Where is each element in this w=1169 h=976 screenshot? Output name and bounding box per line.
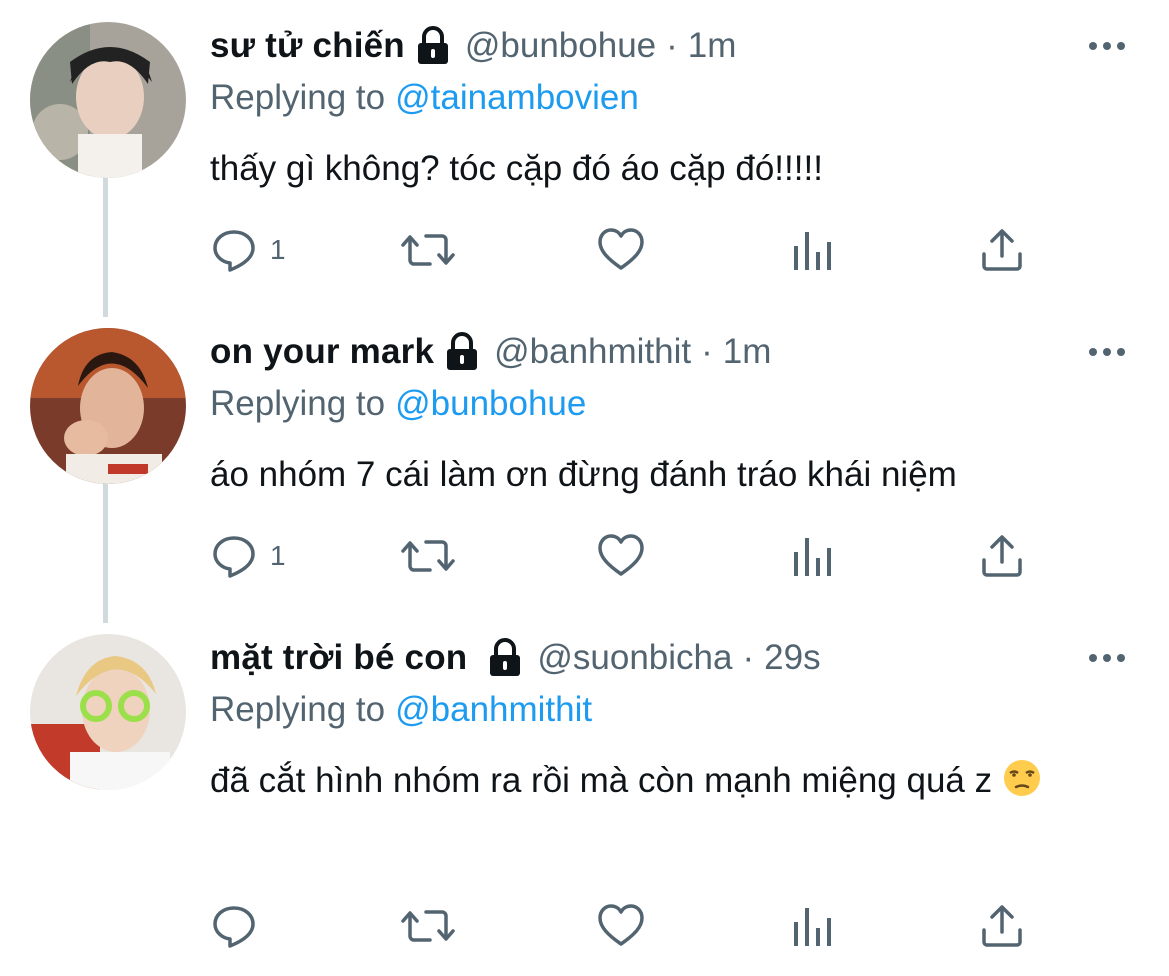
replying-to-label: Replying to: [210, 78, 386, 117]
separator: ·: [666, 26, 678, 65]
tweet[interactable]: on your mark @banhmithit · 1m Replying t…: [0, 328, 1169, 618]
replying-to-handle[interactable]: @bunbohue: [395, 384, 586, 423]
share-button[interactable]: [980, 222, 1024, 278]
more-options-icon[interactable]: [1085, 328, 1129, 376]
tweet[interactable]: mặt trời bé con @suonbicha · 29s Replyin…: [0, 634, 1169, 964]
timestamp[interactable]: 29s: [764, 634, 820, 682]
reply-icon: [213, 230, 255, 272]
action-bar: 1: [210, 222, 1050, 278]
share-upload-icon: [982, 535, 1022, 577]
reply-count: 1: [270, 234, 286, 265]
more-options-icon[interactable]: [1085, 22, 1129, 70]
handle[interactable]: @bunbohue: [465, 22, 656, 70]
lock-icon: [415, 26, 451, 66]
handle[interactable]: @banhmithit: [494, 328, 691, 376]
share-upload-icon: [982, 905, 1022, 947]
action-bar: [210, 898, 1050, 954]
reply-button[interactable]: 1: [210, 222, 286, 278]
like-heart-icon: [598, 904, 644, 946]
tweet-text: áo nhóm 7 cái làm ơn đừng đánh tráo khái…: [210, 442, 1130, 508]
retweet-button[interactable]: [400, 898, 456, 954]
analytics-button[interactable]: [790, 528, 834, 584]
replying-to-label: Replying to: [210, 690, 386, 729]
share-button[interactable]: [980, 528, 1024, 584]
like-button[interactable]: [596, 898, 646, 954]
avatar[interactable]: [30, 22, 186, 178]
retweet-icon: [401, 234, 455, 266]
avatar[interactable]: [30, 328, 186, 484]
display-name[interactable]: mặt trời bé con: [210, 634, 467, 682]
unamused-face-emoji-icon: [1002, 754, 1042, 796]
tweet-text: thấy gì không? tóc cặp đó áo cặp đó!!!!!: [210, 136, 1130, 202]
display-name[interactable]: sư tử chiến: [210, 22, 405, 70]
tweet-text: đã cắt hình nhóm ra rồi mà còn mạnh miện…: [210, 748, 1110, 814]
lock-icon: [444, 332, 480, 372]
replying-to: Replying to @tainambovien: [210, 74, 639, 122]
separator: ·: [701, 332, 713, 371]
tweet[interactable]: sư tử chiến @bunbohue · 1m Replying to @t…: [0, 22, 1169, 312]
action-bar: 1: [210, 528, 1050, 584]
retweet-icon: [401, 910, 455, 942]
replying-to-handle[interactable]: @tainambovien: [395, 78, 639, 117]
replying-to-handle[interactable]: @banhmithit: [395, 690, 592, 729]
like-button[interactable]: [596, 222, 646, 278]
analytics-button[interactable]: [790, 222, 834, 278]
replying-to: Replying to @bunbohue: [210, 380, 586, 428]
replying-to-label: Replying to: [210, 384, 386, 423]
timestamp[interactable]: 1m: [723, 328, 772, 376]
reply-icon: [213, 906, 255, 948]
tweet-text-content: thấy gì không? tóc cặp đó áo cặp đó!!!!!: [210, 149, 823, 188]
reply-count: 1: [270, 540, 286, 571]
retweet-icon: [401, 540, 455, 572]
reply-button[interactable]: 1: [210, 528, 286, 584]
reply-button[interactable]: [210, 898, 270, 954]
separator: ·: [742, 638, 755, 677]
tweet-text-content: áo nhóm 7 cái làm ơn đừng đánh tráo khái…: [210, 455, 957, 494]
tweet-text-content: đã cắt hình nhóm ra rồi mà còn mạnh miện…: [210, 761, 993, 800]
timestamp[interactable]: 1m: [688, 22, 737, 70]
like-button[interactable]: [596, 528, 646, 584]
share-button[interactable]: [980, 898, 1024, 954]
analytics-bar-icon: [794, 232, 831, 270]
lock-icon: [487, 638, 523, 678]
like-heart-icon: [598, 534, 644, 576]
reply-icon: [213, 536, 255, 578]
analytics-bar-icon: [794, 908, 831, 946]
more-options-icon[interactable]: [1085, 634, 1129, 682]
analytics-button[interactable]: [790, 898, 834, 954]
share-upload-icon: [982, 229, 1022, 271]
avatar[interactable]: [30, 634, 186, 790]
retweet-button[interactable]: [400, 528, 456, 584]
handle[interactable]: @suonbicha: [537, 634, 732, 682]
replying-to: Replying to @banhmithit: [210, 686, 592, 734]
retweet-button[interactable]: [400, 222, 456, 278]
like-heart-icon: [598, 228, 644, 270]
analytics-bar-icon: [794, 538, 831, 576]
display-name[interactable]: on your mark: [210, 328, 434, 376]
